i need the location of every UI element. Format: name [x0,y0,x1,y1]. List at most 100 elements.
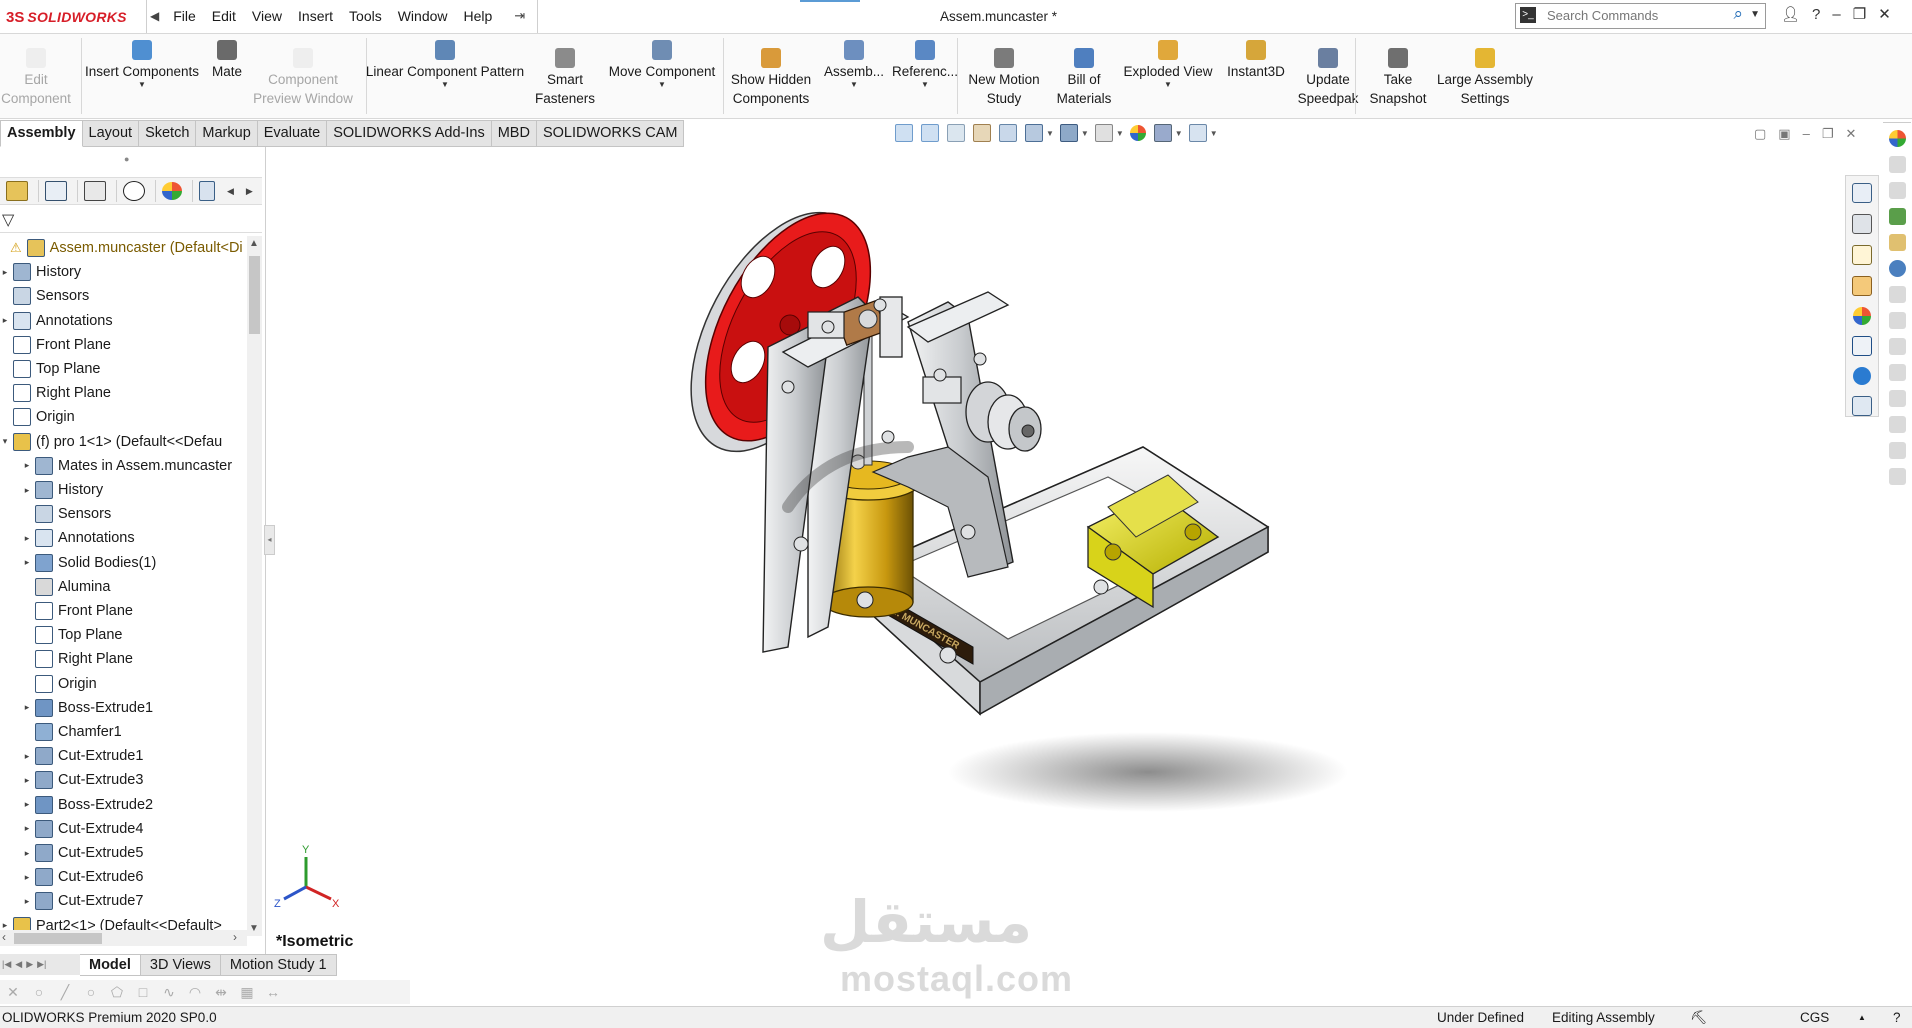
command-linear-pattern-button[interactable]: Linear Component Pattern ▼ [366,34,524,118]
tree-node[interactable]: Chamfer1 [0,720,270,744]
dimxpert-tab-icon[interactable] [123,181,145,201]
status-help-icon[interactable]: ? [1893,1010,1901,1025]
polygon-icon[interactable]: ⬠ [109,984,125,1000]
command-snapshot-button[interactable]: Take Snapshot [1348,34,1448,118]
search-commands-input[interactable]: >_ Search Commands ⌕ ▼ [1515,3,1766,29]
edit-material-icon[interactable] [1888,234,1906,251]
menu-collapse-icon[interactable]: ◀ [150,9,159,23]
tree-node[interactable]: ▾ (f) pro 1<1> (Default<<Defau [0,430,248,454]
line-icon[interactable]: ╱ [57,984,73,1000]
expand-toggle-icon[interactable]: ▸ [22,751,32,762]
tree-node[interactable]: ▸ Annotations [0,526,270,550]
tab-markup[interactable]: Markup [196,120,258,147]
panel-grip-icon[interactable]: ● [124,154,129,164]
command-edit-component-button[interactable]: Edit Component [0,34,86,118]
hide-show-items-icon[interactable] [1094,124,1113,142]
home-icon[interactable] [1852,183,1872,203]
tree-node[interactable]: Front Plane [0,333,248,357]
expand-toggle-icon[interactable]: ▸ [22,799,32,810]
arc-icon[interactable]: ◠ [187,984,203,1000]
decal-icon[interactable] [1888,156,1906,173]
chevron-down-icon[interactable]: ▼ [1164,81,1172,89]
tree-node[interactable]: ▸ Boss-Extrude1 [0,696,270,720]
close-view-icon[interactable]: ✕ [1845,126,1856,142]
restore-view-icon[interactable]: ❐ [1822,126,1834,142]
orientation-icon[interactable] [1888,260,1906,277]
solidworks-resources-icon[interactable] [1852,214,1872,234]
file-explorer-icon[interactable] [1852,245,1872,265]
chevron-down-icon[interactable]: ▼ [1210,129,1218,138]
scroll-up-icon[interactable]: ▲ [249,238,259,249]
menu-file[interactable]: File [173,8,196,24]
tree-horizontal-scrollbar[interactable]: ‹ › [0,930,247,946]
expand-toggle-icon[interactable]: ▸ [22,872,32,883]
graphics-area[interactable]: H. MUNCASTER Y X Z [268,147,1843,952]
tab-assembly[interactable]: Assembly [0,120,83,147]
tree-node[interactable]: ▸ Cut-Extrude1 [0,744,270,768]
section-view-icon[interactable] [973,124,991,142]
render-preview-icon[interactable] [1888,390,1906,407]
dimension-icon[interactable]: ⇹ [213,984,229,1000]
tree-node[interactable]: Top Plane [0,623,270,647]
menu-view[interactable]: View [252,8,282,24]
view-orientation-icon[interactable] [1025,124,1043,142]
feature-manager-tab-icon[interactable] [6,181,28,201]
tree-node[interactable]: ⚠ Assem.muncaster (Default<Di [0,236,248,260]
tab-evaluate[interactable]: Evaluate [257,120,328,147]
configuration-manager-tab-icon[interactable] [84,181,106,201]
tree-node[interactable]: ▸ Cut-Extrude3 [0,768,270,792]
unit-system[interactable]: CGS [1800,1010,1829,1025]
scroll-thumb[interactable] [14,933,102,944]
tree-node[interactable]: ▸ History [0,478,270,502]
tile-view-icon[interactable]: ▢ [1754,126,1766,142]
chevron-down-icon[interactable]: ▼ [850,81,858,89]
circle-icon[interactable]: ○ [31,984,47,1000]
close-button[interactable]: ✕ [1878,5,1891,23]
menu-window[interactable]: Window [398,8,448,24]
chevron-down-icon[interactable]: ▼ [1046,129,1054,138]
chevron-down-icon[interactable]: ▼ [1116,129,1124,138]
menu-tools[interactable]: Tools [349,8,382,24]
design-library-icon[interactable] [1852,276,1872,296]
bottom-tab-3d-views[interactable]: 3D Views [140,953,221,976]
material-icon[interactable] [1888,208,1906,225]
chevron-down-icon[interactable]: ▼ [1175,129,1183,138]
display-style-icon[interactable] [1059,124,1078,142]
recall-render-icon[interactable] [1888,468,1906,485]
solidworks-forum-icon[interactable] [1853,367,1871,385]
tree-vertical-scrollbar[interactable]: ▲ ▼ [247,236,262,936]
scroll-down-icon[interactable]: ▼ [249,923,259,934]
scroll-left-icon[interactable]: ‹ [2,930,6,944]
apply-scene-icon[interactable] [1153,124,1172,142]
command-component-preview-button[interactable]: Component Preview Window [253,34,353,118]
search-icon[interactable]: ⌕ [1733,4,1743,24]
tree-node[interactable]: ▸ Annotations [0,309,248,333]
command-exploded-view-button[interactable]: Exploded View ▼ [1118,34,1218,118]
tree-node[interactable]: Origin [0,672,270,696]
expand-toggle-icon[interactable]: ▸ [22,848,32,859]
last-tab-icon[interactable]: ▶| [37,959,46,970]
tree-node[interactable]: Top Plane [0,357,248,381]
menu-insert[interactable]: Insert [298,8,333,24]
tab-scroll-right-icon[interactable]: ▶ [246,186,253,197]
restore-button[interactable]: ❐ [1853,5,1866,23]
zoom-to-fit-icon[interactable] [895,124,913,142]
tree-node[interactable]: Sensors [0,502,270,526]
units-up-icon[interactable]: ▲ [1858,1013,1866,1022]
display-manager-tab-icon[interactable] [162,182,182,200]
tree-node[interactable]: Right Plane [0,647,270,671]
scene-icon[interactable] [1888,182,1906,199]
split-view-icon[interactable]: ▣ [1778,126,1790,142]
spline-icon[interactable]: ∿ [161,984,177,1000]
filter-icon[interactable]: ▽ [2,210,14,230]
light-icon[interactable] [1888,312,1906,329]
tree-node[interactable]: ▸ Boss-Extrude2 [0,793,270,817]
edit-appearance-icon[interactable] [1129,125,1146,141]
property-manager-tab-icon[interactable] [45,181,67,201]
tab-layout[interactable]: Layout [82,120,140,147]
minimize-button[interactable]: – [1832,6,1840,23]
chevron-down-icon[interactable]: ▼ [441,81,449,89]
tree-node[interactable]: ▸ Solid Bodies(1) [0,551,270,575]
chevron-down-icon[interactable]: ▼ [1081,129,1089,138]
camera-icon[interactable] [1888,286,1906,303]
